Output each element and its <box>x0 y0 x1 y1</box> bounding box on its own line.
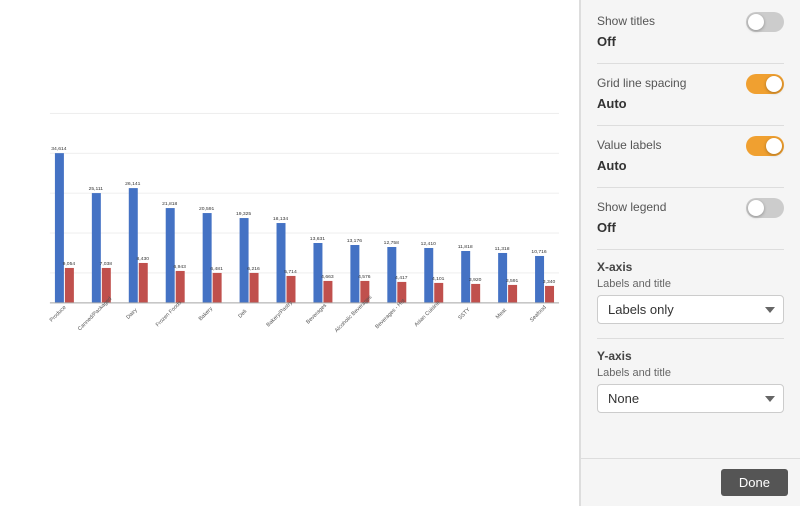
value-labels-setting: Value labels Auto <box>597 136 784 173</box>
svg-text:SSTY: SSTY <box>457 307 472 322</box>
x-axis-sub-label: Labels and title <box>597 278 784 290</box>
show-titles-setting: Show titles Off <box>597 12 784 49</box>
settings-panel: Show titles Off Grid line spacing Auto V… <box>580 0 800 506</box>
svg-text:6,943: 6,943 <box>173 264 186 270</box>
svg-text:34,614: 34,614 <box>51 146 66 152</box>
svg-text:Produce: Produce <box>49 305 68 324</box>
svg-text:4,663: 4,663 <box>321 274 334 280</box>
bottom-bar: Done <box>581 458 800 506</box>
show-titles-toggle[interactable] <box>746 12 784 32</box>
divider-3 <box>597 187 784 188</box>
svg-text:5,714: 5,714 <box>284 269 297 275</box>
svg-text:4,101: 4,101 <box>432 276 445 282</box>
svg-text:4,417: 4,417 <box>395 275 408 281</box>
grid-line-spacing-setting: Grid line spacing Auto <box>597 74 784 111</box>
x-axis-dropdown[interactable]: Labels only Labels and title Title only … <box>597 295 784 324</box>
svg-text:26,141: 26,141 <box>125 181 140 187</box>
show-legend-setting: Show legend Off <box>597 198 784 235</box>
grid-line-spacing-value: Auto <box>597 96 784 111</box>
show-legend-toggle[interactable] <box>746 198 784 218</box>
svg-text:11,318: 11,318 <box>495 246 510 252</box>
svg-text:12,410: 12,410 <box>421 241 436 247</box>
y-axis-dropdown[interactable]: None Labels only Labels and title Title … <box>597 384 784 413</box>
svg-text:20,591: 20,591 <box>199 206 214 212</box>
svg-text:Asian Cuisine: Asian Cuisine <box>414 300 442 328</box>
svg-text:Bakery/Pastry: Bakery/Pastry <box>266 300 295 329</box>
bar-chart: 34,614 9,054 25,111 7,038 26,141 8,430 2… <box>10 20 569 466</box>
svg-text:8,430: 8,430 <box>137 256 150 262</box>
divider-5 <box>597 338 784 339</box>
svg-text:6,481: 6,481 <box>210 266 223 272</box>
grid-line-spacing-toggle[interactable] <box>746 74 784 94</box>
svg-text:4,576: 4,576 <box>358 274 371 280</box>
svg-text:Meat: Meat <box>495 307 508 320</box>
divider-1 <box>597 63 784 64</box>
svg-text:3,591: 3,591 <box>506 278 519 284</box>
show-titles-label: Show titles <box>597 14 655 28</box>
grid-line-spacing-label: Grid line spacing <box>597 76 686 90</box>
settings-content: Show titles Off Grid line spacing Auto V… <box>581 0 800 458</box>
svg-text:Frozen Foods: Frozen Foods <box>155 300 183 328</box>
show-legend-label: Show legend <box>597 200 666 214</box>
divider-4 <box>597 249 784 250</box>
svg-text:25,111: 25,111 <box>89 186 104 192</box>
value-labels-value: Auto <box>597 158 784 173</box>
value-labels-toggle[interactable] <box>746 136 784 156</box>
svg-text:Beverages: Beverages <box>305 303 328 326</box>
svg-text:Bakery: Bakery <box>198 306 214 322</box>
svg-text:19,325: 19,325 <box>236 211 251 217</box>
svg-text:12,758: 12,758 <box>384 240 399 246</box>
svg-text:Dairy: Dairy <box>125 307 138 320</box>
svg-text:7,038: 7,038 <box>100 261 113 267</box>
y-axis-sub-label: Labels and title <box>597 367 784 379</box>
chart-area: 34,614 9,054 25,111 7,038 26,141 8,430 2… <box>0 0 580 506</box>
svg-text:6,216: 6,216 <box>247 266 260 272</box>
y-axis-title: Y-axis <box>597 349 784 363</box>
show-titles-value: Off <box>597 34 784 49</box>
svg-text:Seafood: Seafood <box>529 305 548 324</box>
y-axis-setting: Y-axis Labels and title None Labels only… <box>597 349 784 413</box>
x-axis-title: X-axis <box>597 260 784 274</box>
svg-text:3,340: 3,340 <box>543 279 556 285</box>
svg-text:3,920: 3,920 <box>469 277 482 283</box>
svg-text:9,054: 9,054 <box>63 261 76 267</box>
svg-text:11,818: 11,818 <box>458 244 473 250</box>
value-labels-label: Value labels <box>597 138 662 152</box>
done-button[interactable]: Done <box>721 469 788 496</box>
divider-2 <box>597 125 784 126</box>
svg-text:13,631: 13,631 <box>310 236 325 242</box>
x-axis-setting: X-axis Labels and title Labels only Labe… <box>597 260 784 324</box>
svg-text:10,716: 10,716 <box>531 249 546 255</box>
svg-text:13,176: 13,176 <box>347 238 362 244</box>
svg-text:Deli: Deli <box>237 309 248 320</box>
show-legend-value: Off <box>597 220 784 235</box>
svg-text:21,818: 21,818 <box>162 201 177 207</box>
svg-text:18,134: 18,134 <box>273 216 288 222</box>
